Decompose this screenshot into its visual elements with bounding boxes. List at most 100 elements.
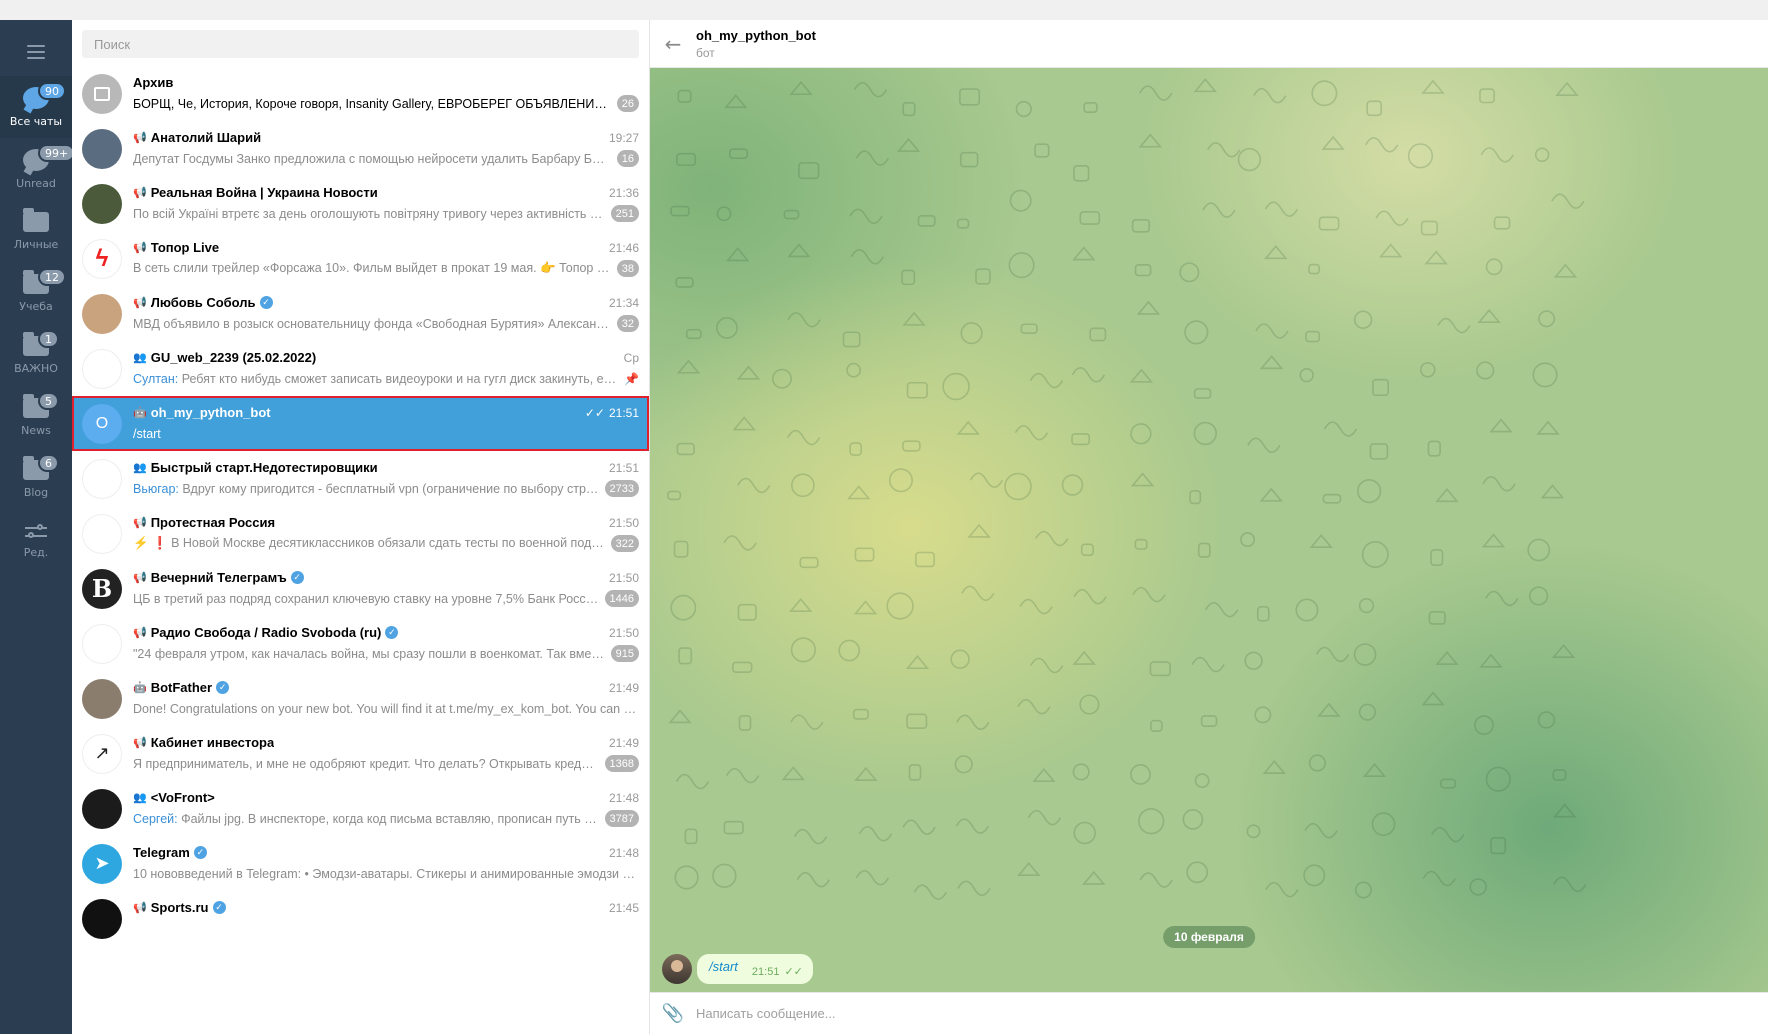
doodle-shape bbox=[858, 825, 893, 842]
doodle-shape bbox=[1259, 355, 1284, 370]
doodle-shape bbox=[1071, 367, 1106, 383]
chat-list-item[interactable]: 📢 Sports.ru ✓ 21:45 bbox=[72, 891, 649, 946]
main-menu-button[interactable] bbox=[0, 28, 72, 76]
doodle-shape bbox=[1435, 650, 1459, 666]
doodle-shape bbox=[1015, 100, 1032, 118]
date-separator: 10 февраля bbox=[1163, 926, 1255, 948]
chat-list-item[interactable]: 📢 Протестная Россия 21:50 ⚡ ❗ В Новой Москв… bbox=[72, 506, 649, 561]
chat-list-item[interactable]: 🤖 BotFather ✓ 21:49 Done! Congratulations on… bbox=[72, 671, 649, 726]
doodle-shape bbox=[1139, 85, 1173, 101]
doodle-shape bbox=[686, 328, 702, 340]
doodle-shape bbox=[1481, 533, 1506, 548]
folder-item[interactable]: Личные bbox=[0, 200, 72, 262]
doodle-shape bbox=[678, 647, 693, 665]
attach-icon[interactable]: 📎 bbox=[650, 1003, 696, 1024]
folder-item[interactable]: 1 ВАЖНО bbox=[0, 324, 72, 386]
doodle-shape bbox=[838, 639, 861, 662]
chat-preview: МВД объявило в розыск основательницу фон… bbox=[133, 317, 611, 331]
chat-list-item[interactable]: Архив БОРЩ, Че, История, Короче говоря, I… bbox=[72, 66, 649, 121]
doodle-shape bbox=[901, 269, 916, 286]
folder-item[interactable]: Ред. bbox=[0, 510, 72, 572]
chat-list-item[interactable]: 📢 Радио Свобода / Radio Svoboda (ru) ✓ 21:5… bbox=[72, 616, 649, 671]
doodle-shape bbox=[1479, 88, 1495, 104]
search-input[interactable] bbox=[94, 36, 639, 52]
doodle-shape bbox=[1008, 252, 1035, 279]
chat-preview: 10 нововведений в Telegram: • Эмодзи-ава… bbox=[133, 867, 639, 881]
chat-list-item[interactable]: 👥 Быстрый старт.Недотестировщики 21:51 Вьюг… bbox=[72, 451, 649, 506]
chat-time: 21:48 bbox=[608, 845, 639, 860]
doodle-shape bbox=[1379, 243, 1403, 258]
search-box[interactable] bbox=[82, 30, 639, 58]
doodle-shape bbox=[915, 551, 935, 568]
chat-list-item[interactable]: 📢 Анатолий Шарий 19:27 Депутат Госдумы Занк… bbox=[72, 121, 649, 176]
folder-item[interactable]: 12 Учеба bbox=[0, 262, 72, 324]
verified-icon: ✓ bbox=[193, 846, 207, 859]
unread-badge: 3787 bbox=[604, 810, 639, 827]
chat-list-item[interactable]: ↗ 📢 Кабинет инвестора 21:49 Я предпринимател… bbox=[72, 726, 649, 781]
doodle-shape bbox=[1179, 262, 1200, 283]
doodle-shape bbox=[1422, 870, 1457, 887]
avatar-letter: O bbox=[95, 414, 109, 432]
message-text[interactable]: /start bbox=[709, 959, 738, 974]
message-bubble[interactable]: /start 21:51 ✓✓ bbox=[697, 954, 813, 984]
doodle-shape bbox=[842, 331, 861, 348]
doodle-shape bbox=[790, 714, 824, 730]
doodle-shape bbox=[967, 523, 991, 538]
doodle-shape bbox=[852, 708, 869, 720]
doodle-shape bbox=[1538, 310, 1556, 328]
message-input[interactable] bbox=[696, 1006, 1296, 1021]
chat-list-item[interactable]: 📢 Реальная Война | Украина Новости 21:36 По… bbox=[72, 176, 649, 231]
chat-list-item[interactable]: B 📢 Вечерний Телеграмъ ✓ 21:50 ЦБ в третий ра… bbox=[72, 561, 649, 616]
chat-time-wrap: 21:46 bbox=[601, 241, 639, 255]
doodle-shape bbox=[1202, 202, 1236, 218]
doodle-shape bbox=[853, 600, 878, 615]
chat-list-item[interactable]: ϟ 📢 Топор Live 21:46 В сеть слили трейлер «Ф… bbox=[72, 231, 649, 286]
chat-list-item[interactable]: ➤ Telegram ✓ 21:48 10 нововведений в Telegra… bbox=[72, 836, 649, 891]
chat-list-item[interactable]: 👥 <VoFront> 21:48 Сергей: Файлы jpg. В инсп… bbox=[72, 781, 649, 836]
chat-time: 21:34 bbox=[608, 295, 639, 310]
chat-avatar bbox=[82, 623, 122, 664]
chat-time: 21:50 bbox=[608, 625, 639, 640]
folder-item[interactable]: 6 Blog bbox=[0, 448, 72, 510]
chat-list-item[interactable]: 📢 Любовь Соболь ✓ 21:34 МВД объявило в розыс… bbox=[72, 286, 649, 341]
doodle-shape bbox=[789, 597, 813, 613]
back-arrow-icon[interactable]: ← bbox=[650, 20, 696, 68]
doodle-shape bbox=[736, 365, 761, 380]
sender-avatar[interactable] bbox=[662, 954, 692, 984]
chat-time: Ср bbox=[623, 350, 639, 365]
doodle-shape bbox=[1264, 201, 1299, 217]
chat-list-item[interactable]: O 🤖 oh_my_python_bot ✓✓ 21:51/start bbox=[72, 396, 649, 451]
doodle-shape bbox=[1375, 210, 1409, 227]
doodle-shape bbox=[799, 556, 819, 569]
doodle-shape bbox=[1197, 542, 1211, 558]
doodle-shape bbox=[1134, 264, 1152, 277]
doodle-shape bbox=[1080, 543, 1094, 557]
chat-list-item[interactable]: 👥 GU_web_2239 (25.02.2022) Ср Султан: Ребят… bbox=[72, 341, 649, 396]
doodle-shape bbox=[1421, 79, 1445, 94]
folder-rail: 90 Все чаты 99+ Unread Личные 12 Учеба 1 ВАЖНО 5 N… bbox=[0, 20, 76, 1034]
doodle-shape bbox=[1082, 870, 1106, 885]
doodle-shape bbox=[668, 709, 692, 724]
doodle-shape bbox=[793, 828, 828, 845]
doodle-shape bbox=[902, 101, 916, 117]
channel-icon: 📢 bbox=[133, 901, 147, 914]
doodle-shape bbox=[960, 322, 983, 345]
chat-header-info[interactable]: oh_my_python_bot бот bbox=[696, 28, 816, 60]
folder-item[interactable]: 5 News bbox=[0, 386, 72, 448]
pin-icon: 📌 bbox=[624, 371, 639, 386]
folder-item[interactable]: 99+ Unread bbox=[0, 138, 76, 200]
doodle-shape bbox=[886, 592, 914, 620]
doodle-shape bbox=[1358, 703, 1377, 721]
doodle-shape bbox=[726, 247, 750, 262]
doodle-shape bbox=[791, 473, 815, 498]
doodle-shape bbox=[1437, 317, 1471, 334]
doodle-shape bbox=[787, 311, 821, 328]
doodle-shape bbox=[1482, 476, 1516, 492]
doodle-shape bbox=[1089, 327, 1107, 342]
chat-title: Топор Live bbox=[150, 240, 220, 255]
folder-item[interactable]: 90 Все чаты bbox=[0, 76, 72, 138]
chat-title: GU_web_2239 (25.02.2022) bbox=[150, 350, 317, 365]
folder-unread-badge: 5 bbox=[38, 392, 59, 410]
doodle-shape bbox=[855, 869, 890, 886]
doodle-shape bbox=[1029, 372, 1064, 389]
